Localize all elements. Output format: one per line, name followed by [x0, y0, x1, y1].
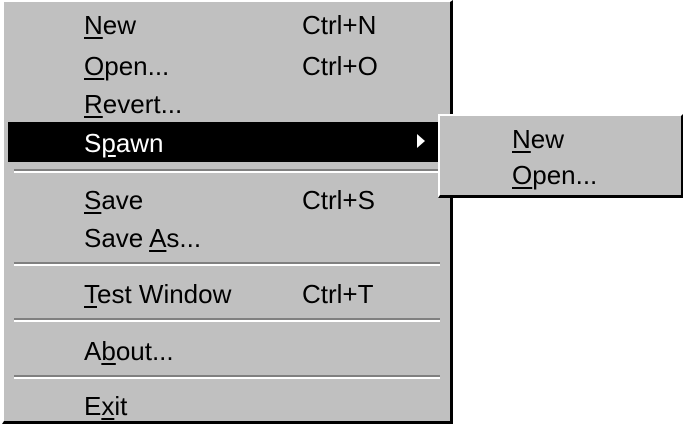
submenu-item-new-label: New	[512, 124, 565, 154]
menu-item-open-shortcut: Ctrl+O	[302, 51, 378, 81]
submenu-item-open-label: Open...	[512, 160, 598, 190]
menu-item-save-label: Save	[84, 185, 144, 215]
menu-item-exit-label: Exit	[84, 391, 128, 421]
menu-item-revert[interactable]: Revert...	[8, 83, 446, 123]
menu-item-about-label: About...	[84, 336, 174, 366]
spawn-submenu: New Open...	[438, 114, 683, 198]
menu-item-test-window-label: Test Window	[84, 279, 232, 309]
menu-item-about[interactable]: About...	[8, 330, 446, 370]
menu-separator	[14, 169, 440, 173]
menu-separator	[14, 262, 440, 266]
menu-item-new-shortcut: Ctrl+N	[302, 10, 377, 40]
menu-item-new-label: New	[84, 10, 137, 40]
submenu-arrow-icon	[417, 134, 425, 148]
menu-item-open-label: Open...	[84, 51, 170, 81]
menu-item-save[interactable]: Save Ctrl+S	[8, 179, 446, 219]
menu-item-open[interactable]: Open... Ctrl+O	[8, 45, 446, 85]
submenu-item-open[interactable]: Open...	[444, 156, 677, 192]
menu-item-spawn[interactable]: Spawn	[8, 122, 446, 162]
menu-item-save-shortcut: Ctrl+S	[302, 185, 375, 215]
submenu-item-new[interactable]: New	[444, 120, 677, 156]
menu-item-exit[interactable]: Exit	[8, 385, 446, 425]
menu-item-revert-label: Revert...	[84, 89, 183, 119]
menu-item-test-window-shortcut: Ctrl+T	[302, 279, 374, 309]
menu-separator	[14, 318, 440, 322]
menu-item-test-window[interactable]: Test Window Ctrl+T	[8, 273, 446, 313]
menu-separator	[14, 375, 440, 379]
menu-item-spawn-label: Spawn	[84, 128, 164, 158]
file-menu: New Ctrl+N Open... Ctrl+O Revert... Spaw…	[2, 0, 453, 424]
menu-item-save-as-label: Save As...	[84, 223, 202, 253]
menu-item-save-as[interactable]: Save As...	[8, 217, 446, 257]
menu-item-new[interactable]: New Ctrl+N	[8, 4, 446, 44]
